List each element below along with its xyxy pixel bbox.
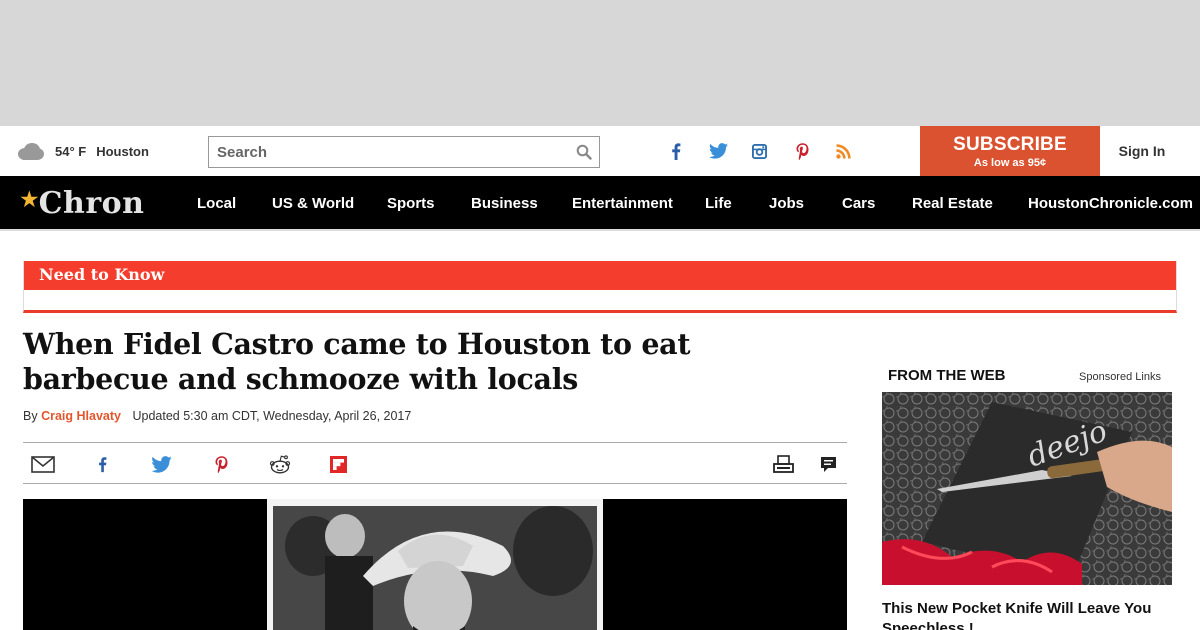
photo-print [267, 499, 603, 630]
castro-photo [273, 506, 597, 630]
subscribe-button[interactable]: SUBSCRIBE As low as 95¢ [920, 126, 1100, 176]
nav-item-entertainment[interactable]: Entertainment [572, 176, 673, 231]
from-the-web-heading: FROM THE WEB [888, 367, 1006, 384]
search-icon[interactable] [576, 144, 592, 160]
nav-item-life[interactable]: Life [705, 176, 732, 231]
top-ad-placeholder [0, 0, 1200, 126]
nav-item-us-world[interactable]: US & World [272, 176, 354, 231]
share-bar [23, 442, 847, 484]
subscribe-price: As low as 95¢ [973, 157, 1047, 169]
flipboard-icon[interactable] [326, 453, 350, 475]
need-to-know-header: Need to Know [24, 261, 1176, 290]
sponsored-links-label[interactable]: Sponsored Links [1079, 371, 1161, 383]
main-navigation: ★ Chron Local US & World Sports Business… [0, 176, 1200, 231]
need-to-know-label: Need to Know [39, 265, 165, 284]
nav-item-jobs[interactable]: Jobs [769, 176, 804, 231]
nav-item-real-estate[interactable]: Real Estate [912, 176, 993, 231]
article-byline: By Craig Hlavaty Updated 5:30 am CDT, We… [23, 409, 411, 423]
sign-in-link[interactable]: Sign In [1100, 126, 1184, 176]
sponsored-ad-image[interactable]: deejo [882, 392, 1172, 585]
twitter-share-icon[interactable] [149, 453, 173, 475]
updated-timestamp: Updated 5:30 am CDT, Wednesday, April 26… [132, 409, 412, 423]
reddit-icon[interactable] [268, 453, 292, 475]
chron-logo[interactable]: ★ Chron [19, 185, 144, 221]
facebook-icon[interactable] [661, 126, 691, 176]
article-lead-photo[interactable] [23, 499, 847, 630]
email-icon[interactable] [31, 453, 55, 475]
cloud-icon [17, 142, 44, 160]
pinterest-share-icon[interactable] [209, 453, 233, 475]
subscribe-label: SUBSCRIBE [953, 134, 1067, 155]
weather-temperature: 54° F [55, 143, 87, 159]
rss-icon[interactable] [829, 126, 859, 176]
print-icon[interactable] [771, 453, 795, 475]
instagram-icon[interactable] [744, 126, 774, 176]
sponsored-ad-title[interactable]: This New Pocket Knife Will Leave You Spe… [882, 599, 1182, 630]
byline-prefix: By [23, 409, 38, 423]
comments-icon[interactable] [816, 453, 840, 475]
author-link[interactable]: Craig Hlavaty [41, 409, 121, 423]
pinterest-icon[interactable] [787, 126, 817, 176]
need-to-know-module: Need to Know [23, 261, 1177, 313]
star-icon: ★ [19, 185, 40, 212]
twitter-icon[interactable] [703, 126, 733, 176]
nav-item-cars[interactable]: Cars [842, 176, 875, 231]
nav-item-houstonchronicle[interactable]: HoustonChronicle.com [1028, 176, 1193, 231]
weather-widget[interactable]: 54° F Houston [17, 126, 149, 176]
article-title: When Fidel Castro came to Houston to eat… [23, 327, 691, 396]
facebook-share-icon[interactable] [90, 453, 114, 475]
weather-city: Houston [96, 143, 149, 159]
utility-bar: 54° F Houston SUBSCRIBE As low as 95¢ Si… [0, 126, 1200, 176]
logo-wordmark: Chron [38, 185, 145, 221]
nav-item-business[interactable]: Business [471, 176, 538, 231]
nav-item-sports[interactable]: Sports [387, 176, 435, 231]
nav-item-local[interactable]: Local [197, 176, 236, 231]
search-box [208, 136, 600, 168]
search-input[interactable] [209, 137, 559, 167]
